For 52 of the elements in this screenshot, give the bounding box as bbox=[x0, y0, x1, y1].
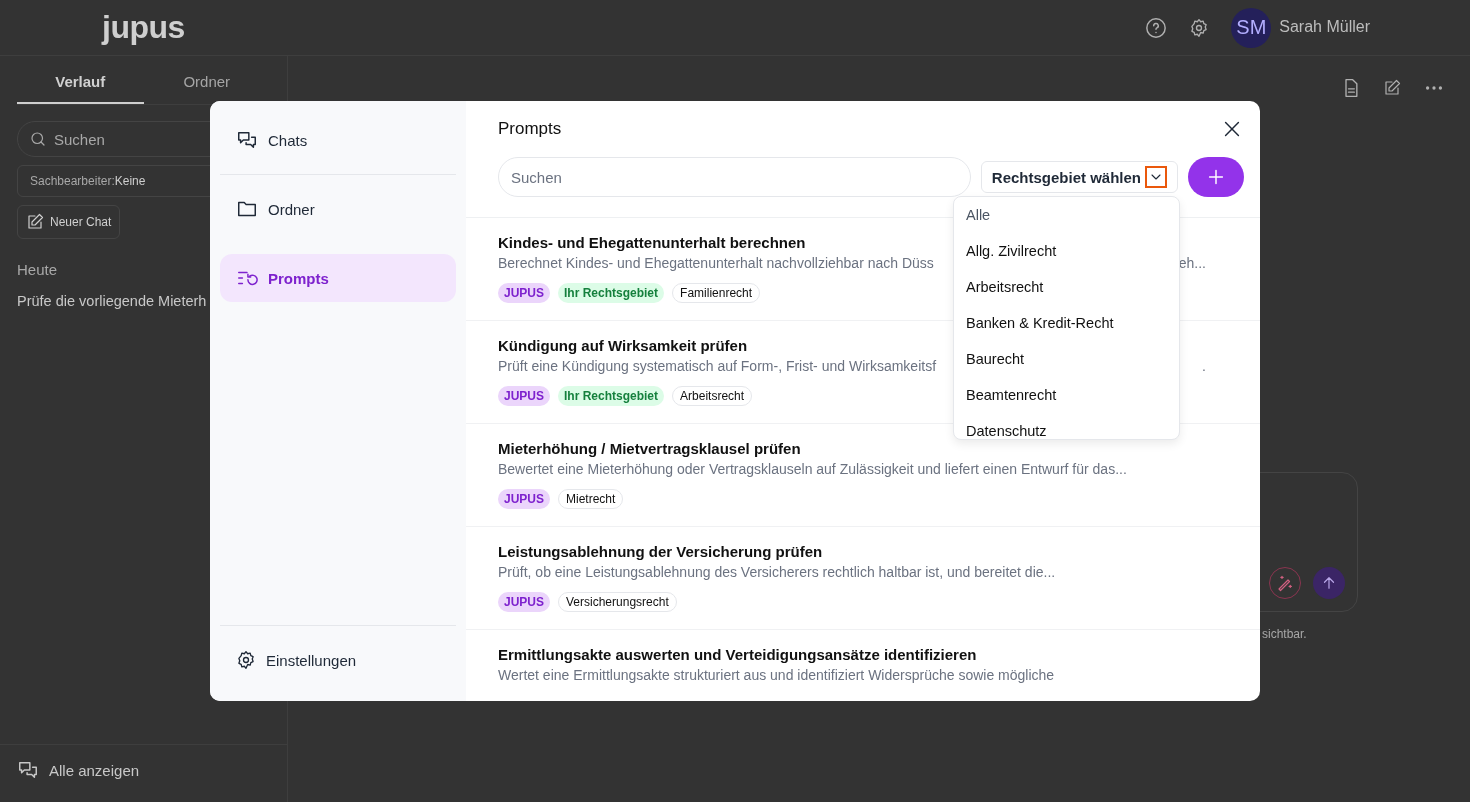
add-button[interactable] bbox=[1188, 157, 1244, 197]
dropdown-option[interactable]: Allg. Zivilrecht bbox=[966, 243, 1057, 259]
sidebar-tab[interactable]: Verlauf bbox=[17, 56, 144, 104]
prompt-description: Wertet eine Ermittlungsakte strukturiert aus und identifiziert Widersprüche sowie mögliche bbox=[498, 666, 1055, 685]
settings-item[interactable]: Einstellungen bbox=[220, 636, 456, 684]
prompt-title[interactable]: Ermittlungsakte auswerten und Verteidigungsansätze identifizieren bbox=[498, 646, 977, 663]
tag: Ihr Rechtsgebiet bbox=[558, 386, 665, 406]
tag: JUPUS bbox=[498, 386, 550, 406]
filter-label: Sachbearbeiter: bbox=[30, 174, 115, 188]
tag: JUPUS bbox=[498, 592, 550, 612]
user-name: Sarah Müller bbox=[1279, 17, 1370, 36]
send-icon[interactable] bbox=[1313, 567, 1345, 599]
show-all-link[interactable]: Alle anzeigen bbox=[17, 759, 140, 781]
dropdown-option[interactable]: Banken & Kredit-Recht bbox=[966, 315, 1114, 331]
user-avatar[interactable]: SM bbox=[1231, 7, 1272, 48]
search-icon bbox=[29, 130, 47, 148]
settings-icon[interactable] bbox=[1189, 17, 1210, 38]
new-chat-button[interactable]: Neuer Chat bbox=[17, 205, 121, 239]
prompt-description: Prüft eine Kündigung systematisch auf Form-, Frist- und Wirksamkeitsf bbox=[498, 357, 937, 376]
dropdown-option[interactable]: Beamtenrecht bbox=[966, 387, 1057, 403]
prompt-description: . bbox=[1202, 357, 1206, 376]
area-select[interactable]: Rechtsgebiet wählen bbox=[980, 161, 1178, 193]
logo: jupus bbox=[102, 9, 185, 46]
dropdown-option[interactable]: Alle bbox=[966, 207, 991, 223]
help-icon[interactable] bbox=[1145, 16, 1168, 39]
dropdown-option[interactable]: Baurecht bbox=[966, 351, 1025, 367]
prompt-title[interactable]: Leistungsablehnung der Versicherung prüfen bbox=[498, 543, 823, 560]
tag: JUPUS bbox=[498, 283, 550, 303]
group-label: Heute bbox=[17, 261, 58, 278]
prompt-description: Berechnet Kindes- und Ehegattenunterhalt nachvollziehbar nach Düss bbox=[498, 254, 934, 273]
chats-icon bbox=[17, 759, 39, 781]
dropdown-option[interactable]: Arbeitsrecht bbox=[966, 279, 1044, 295]
settings-icon bbox=[236, 650, 256, 670]
tag: Ihr Rechtsgebiet bbox=[558, 283, 665, 303]
tag: JUPUS bbox=[498, 489, 550, 509]
prompt-title[interactable]: Mieterhöhung / Mietvertragsklausel prüfen bbox=[498, 440, 801, 457]
chat-item[interactable]: Prüfe die vorliegende Mieterh bbox=[17, 293, 207, 309]
dropdown-option[interactable]: Datenschutz bbox=[966, 423, 1047, 439]
chevron-down-icon[interactable] bbox=[1145, 166, 1167, 188]
prompt-description: Prüft, ob eine Leistungsablehnung des Versicherers rechtlich haltbar ist, und bereitet die... bbox=[498, 563, 1056, 582]
prompt-description: eh... bbox=[1178, 254, 1206, 273]
sidebar-tab[interactable]: Ordner bbox=[143, 56, 270, 104]
footer-note: sichtbar. bbox=[1262, 627, 1307, 641]
prompt-title[interactable]: Kindes- und Ehegattenunterhalt berechnen bbox=[498, 234, 806, 251]
filter-value: Keine bbox=[114, 174, 146, 188]
dialog-title: Prompts bbox=[498, 119, 562, 139]
nav-item[interactable]: Prompts bbox=[220, 254, 456, 302]
edit-icon bbox=[26, 213, 44, 231]
prompt-title[interactable]: Kündigung auf Wirksamkeit prüfen bbox=[498, 337, 748, 354]
prompt-description: Bewertet eine Mieterhöhung oder Vertragsklauseln auf Zulässigkeit und liefert einen Entwurf für das... bbox=[498, 460, 1127, 479]
select-label: Rechtsgebiet wählen bbox=[991, 168, 1141, 186]
chats-icon bbox=[236, 129, 258, 151]
